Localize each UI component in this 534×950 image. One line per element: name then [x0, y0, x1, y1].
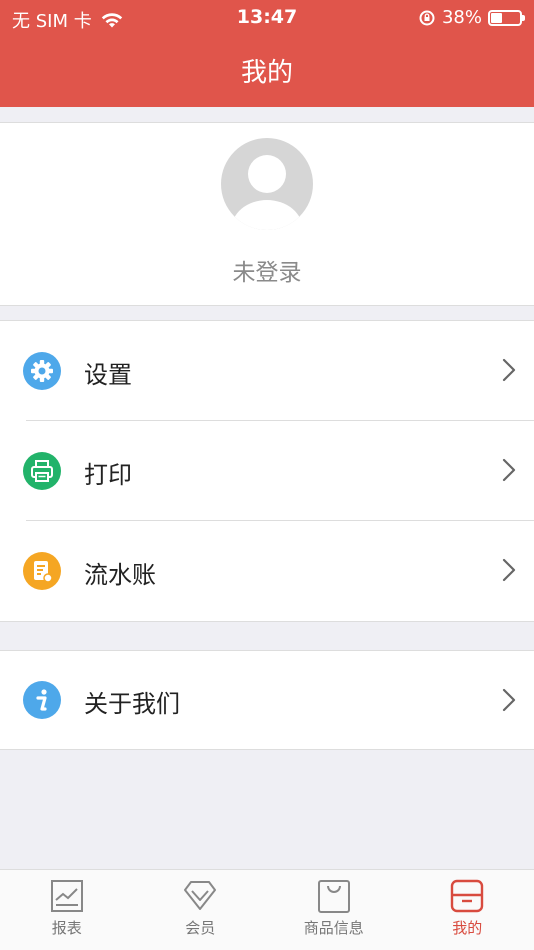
avatar-icon[interactable]: [221, 138, 313, 230]
rotation-lock-icon: [419, 10, 435, 25]
tab-label: 会员: [185, 919, 216, 937]
menu-item-about[interactable]: 关于我们: [0, 651, 534, 749]
tab-products[interactable]: 商品信息: [267, 870, 401, 950]
gear-icon: [23, 352, 61, 390]
report-icon: [50, 880, 83, 912]
menu-item-label: 关于我们: [84, 690, 180, 718]
about-group: 关于我们: [0, 650, 534, 750]
tab-member[interactable]: 会员: [134, 870, 268, 950]
menu-group: 设置 打印 流水账: [0, 320, 534, 622]
profile-card-icon: [451, 879, 484, 913]
menu-item-label: 流水账: [84, 561, 156, 589]
bag-icon: [317, 880, 350, 913]
tab-mine[interactable]: 我的: [401, 870, 534, 950]
menu-item-settings[interactable]: 设置: [0, 321, 534, 421]
chevron-right-icon: [502, 688, 516, 712]
battery-percent: 38%: [441, 7, 482, 28]
chevron-right-icon: [502, 558, 516, 582]
login-status[interactable]: 未登录: [0, 253, 534, 287]
diamond-icon: [184, 881, 217, 910]
tab-label: 我的: [452, 919, 483, 937]
tab-bar: 报表 会员 商品信息 我的: [0, 869, 534, 950]
chevron-right-icon: [502, 458, 516, 482]
printer-icon: [23, 452, 61, 490]
battery-icon: [488, 9, 525, 26]
tab-label: 商品信息: [303, 919, 364, 937]
status-bar: 无 SIM 卡 13:47 38%: [0, 0, 534, 34]
chevron-right-icon: [502, 358, 516, 382]
menu-item-ledger[interactable]: 流水账: [0, 521, 534, 621]
menu-item-label: 打印: [84, 461, 132, 489]
menu-item-print[interactable]: 打印: [0, 421, 534, 521]
ledger-icon: [23, 552, 61, 590]
profile-card[interactable]: 未登录: [0, 122, 534, 306]
header: 无 SIM 卡 13:47 38% 我的: [0, 0, 534, 107]
info-icon: [23, 681, 61, 719]
tab-label: 报表: [51, 919, 82, 937]
page-title: 我的: [240, 58, 293, 88]
menu-item-label: 设置: [84, 361, 132, 389]
tab-report[interactable]: 报表: [0, 870, 134, 950]
